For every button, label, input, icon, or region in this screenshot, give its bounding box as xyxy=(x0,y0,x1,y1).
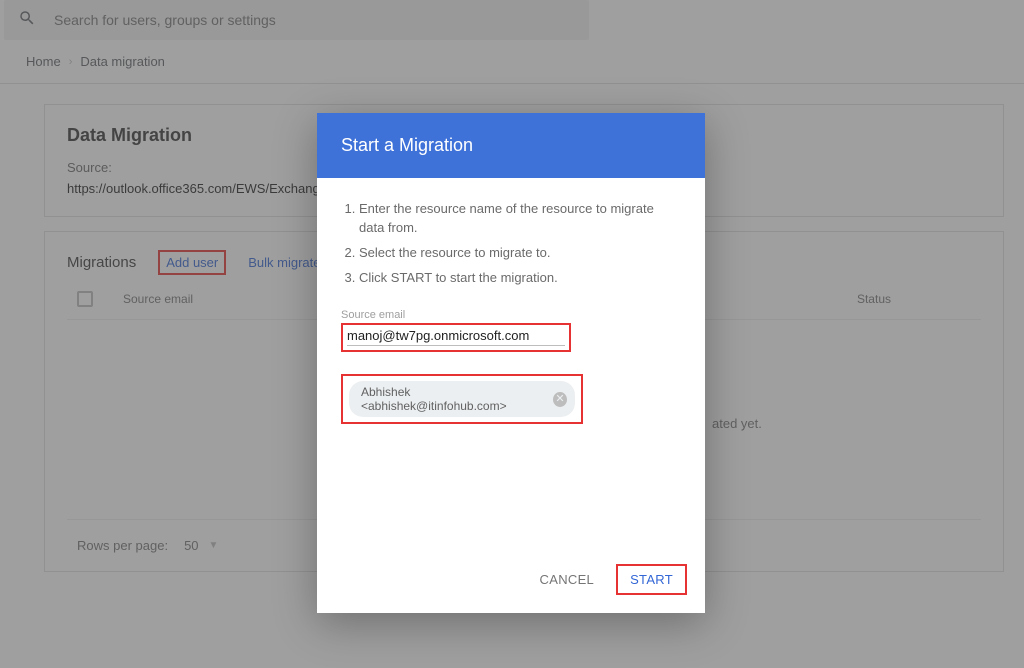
close-icon[interactable]: ✕ xyxy=(553,392,567,407)
cancel-button[interactable]: CANCEL xyxy=(530,564,605,595)
instruction-step: Select the resource to migrate to. xyxy=(359,244,681,263)
start-button[interactable]: START xyxy=(616,564,687,595)
instruction-step: Enter the resource name of the resource … xyxy=(359,200,681,238)
instruction-step: Click START to start the migration. xyxy=(359,269,681,288)
destination-highlight: Abhishek <abhishek@itinfohub.com> ✕ xyxy=(341,374,583,424)
source-email-highlight xyxy=(341,323,571,352)
chip-label: Abhishek <abhishek@itinfohub.com> xyxy=(361,385,545,413)
dialog-title: Start a Migration xyxy=(317,113,705,178)
source-email-label: Source email xyxy=(341,309,681,321)
dialog-footer: CANCEL START xyxy=(317,554,705,613)
destination-chip[interactable]: Abhishek <abhishek@itinfohub.com> ✕ xyxy=(349,381,575,417)
source-email-input[interactable] xyxy=(347,326,565,346)
start-migration-dialog: Start a Migration Enter the resource nam… xyxy=(317,113,705,613)
instruction-list: Enter the resource name of the resource … xyxy=(341,200,681,287)
